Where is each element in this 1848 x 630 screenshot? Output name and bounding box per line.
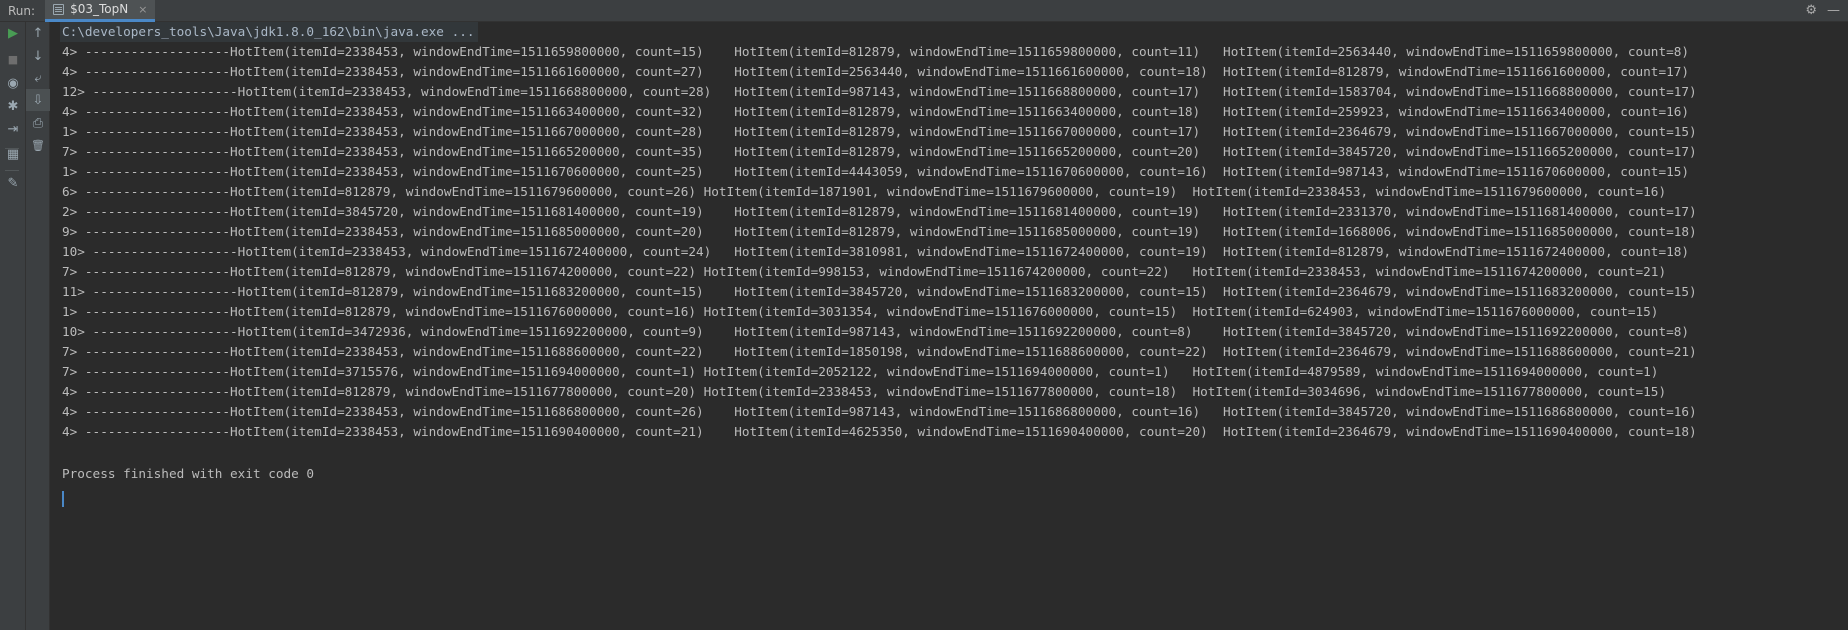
output-line: 4> -------------------HotItem(itemId=233…: [62, 424, 1697, 439]
scroll-to-end-icon[interactable]: ⇩: [26, 89, 50, 111]
close-icon[interactable]: ×: [138, 3, 147, 16]
output-line: 7> -------------------HotItem(itemId=812…: [62, 264, 1667, 279]
stop-icon[interactable]: ■: [1, 48, 25, 70]
run-toolbar-console: ↑ ↓ ⤶ ⇩ ⎙ 🗑: [26, 22, 50, 630]
run-tool-window-header: Run: $03_TopN × ⚙ —: [0, 0, 1848, 22]
output-line: 2> -------------------HotItem(itemId=384…: [62, 204, 1697, 219]
output-line: 7> -------------------HotItem(itemId=233…: [62, 144, 1697, 159]
command-line: C:\developers_tools\Java\jdk1.8.0_162\bi…: [60, 22, 479, 42]
console-output[interactable]: C:\developers_tools\Java\jdk1.8.0_162\bi…: [50, 22, 1848, 630]
hide-icon[interactable]: —: [1827, 3, 1840, 18]
toolbar-separator: [5, 170, 19, 171]
output-line: 9> -------------------HotItem(itemId=233…: [62, 224, 1697, 239]
header-actions: ⚙ —: [1795, 3, 1848, 18]
text-caret: [62, 491, 64, 507]
output-line: 6> -------------------HotItem(itemId=812…: [62, 184, 1667, 199]
output-line: 4> -------------------HotItem(itemId=233…: [62, 44, 1690, 59]
gear-icon[interactable]: ⚙: [1805, 3, 1817, 18]
output-line: 11> -------------------HotItem(itemId=81…: [62, 284, 1697, 299]
tab-run-configuration[interactable]: $03_TopN ×: [45, 0, 156, 22]
output-line: 1> -------------------HotItem(itemId=812…: [62, 304, 1659, 319]
tab-label: $03_TopN: [70, 2, 129, 16]
layout-icon[interactable]: ▦: [1, 143, 25, 165]
output-line: 4> -------------------HotItem(itemId=233…: [62, 64, 1690, 79]
arrow-down-icon[interactable]: ↓: [26, 45, 50, 67]
run-label: Run:: [8, 3, 36, 18]
output-line: 10> -------------------HotItem(itemId=34…: [62, 324, 1690, 339]
output-line: 7> -------------------HotItem(itemId=371…: [62, 364, 1659, 379]
print-icon[interactable]: ⎙: [26, 112, 50, 134]
trash-icon[interactable]: 🗑: [26, 134, 50, 156]
output-line: 1> -------------------HotItem(itemId=233…: [62, 164, 1690, 179]
screenshot-icon[interactable]: ◉: [1, 72, 25, 94]
output-line: 12> -------------------HotItem(itemId=23…: [62, 84, 1697, 99]
rerun-icon[interactable]: ▶: [1, 22, 25, 44]
exit-message: Process finished with exit code 0: [62, 466, 315, 481]
output-line: 4> -------------------HotItem(itemId=233…: [62, 404, 1697, 419]
soft-wrap-icon[interactable]: ⤶: [26, 67, 50, 89]
output-line: 7> -------------------HotItem(itemId=233…: [62, 344, 1697, 359]
debug-icon[interactable]: ✱: [1, 95, 25, 117]
pin-icon[interactable]: ✎: [1, 172, 25, 194]
arrow-up-icon[interactable]: ↑: [26, 22, 50, 44]
output-line: 10> -------------------HotItem(itemId=23…: [62, 244, 1690, 259]
console-icon: [53, 3, 65, 15]
exit-icon[interactable]: ⇥: [1, 118, 25, 140]
output-line: 1> -------------------HotItem(itemId=233…: [62, 124, 1697, 139]
run-toolbar-primary: ▶ ■ ◉ ✱ ⇥ ▦ ✎: [0, 22, 26, 630]
output-line: 4> -------------------HotItem(itemId=812…: [62, 384, 1667, 399]
output-line: 4> -------------------HotItem(itemId=233…: [62, 104, 1690, 119]
